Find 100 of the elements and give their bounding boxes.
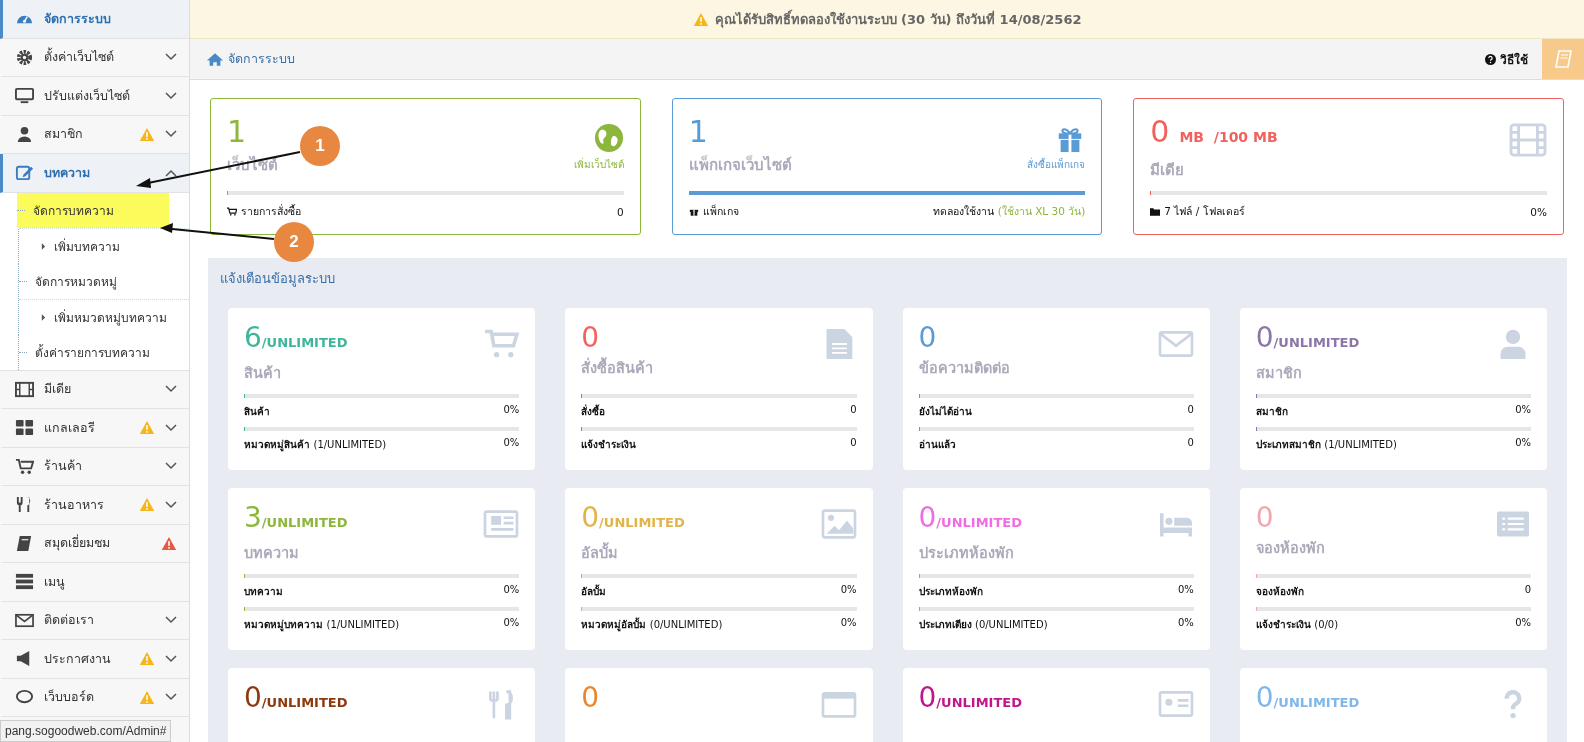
warning-icon xyxy=(139,420,155,436)
stat-title: สั่งซื้อสินค้า xyxy=(581,356,654,379)
stat-value: 0 xyxy=(918,322,938,354)
warning-icon xyxy=(139,689,155,705)
stat-row-value: 0% xyxy=(503,404,520,417)
sidebar-item[interactable]: มีเดีย xyxy=(0,370,189,409)
submenu-item[interactable]: จัดการบทความ xyxy=(17,192,169,228)
settings-icon xyxy=(15,47,34,67)
stat-value: 0/UNLIMITED xyxy=(581,502,685,536)
summary-footer-label: 7 ไฟล์ / โฟลเดอร์ xyxy=(1164,204,1245,219)
summary-footer-value: 0% xyxy=(1530,205,1547,218)
sidebar-item[interactable]: ร้านอาหาร xyxy=(0,486,189,525)
home-icon xyxy=(206,51,224,67)
stat-value: 0 xyxy=(1255,502,1275,534)
stat-title: บทความ xyxy=(244,544,300,563)
stat-row-value: 0% xyxy=(1177,617,1194,630)
sidebar-item[interactable]: ตั้งค่าเว็บไซต์ xyxy=(0,38,189,77)
sidebar-item[interactable]: ปรับแต่งเว็บไซต์ xyxy=(0,77,189,116)
stat-row-label: อัลบั้ม xyxy=(581,584,607,599)
stat-row-label: ประเภทสมาชิก (1/UNLIMITED) xyxy=(1255,438,1397,452)
sidebar-item[interactable]: สมุดเยี่ยมชม xyxy=(0,524,189,563)
sidebar-item[interactable]: จัดการระบบ xyxy=(0,0,189,39)
stat-title: ข้อความติดต่อ xyxy=(918,359,1010,378)
summary-footer-label: รายการสั่งซื้อ xyxy=(241,203,301,219)
stat-value: 0/UNLIMITED xyxy=(244,682,348,716)
sidebar-item[interactable]: เมนู xyxy=(0,563,189,602)
sidebar-item[interactable]: เว็บบอร์ด xyxy=(0,678,189,717)
stat-row-value: 0% xyxy=(503,437,520,450)
stat-value: 0/UNLIMITED xyxy=(1255,322,1360,356)
list-icon xyxy=(15,572,34,592)
book-icon xyxy=(1553,49,1573,69)
stat-row-value: 0% xyxy=(1177,584,1194,597)
sidebar-item[interactable]: ประกาศงาน xyxy=(0,640,189,679)
stat-row-value: 0% xyxy=(503,617,520,630)
manual-button[interactable] xyxy=(1542,39,1584,79)
stat-row-label: แจ้งชำระเงิน (0/0) xyxy=(1255,618,1339,632)
warning-icon xyxy=(161,535,177,551)
stat-row-value: 0% xyxy=(1515,617,1531,630)
stat-value: 0/UNLIMITED xyxy=(918,502,1022,536)
stat-row-label: สินค้า xyxy=(244,405,270,419)
stat-row-label: สมาชิก xyxy=(1255,405,1288,419)
stat-row-label: หมวดหมู่บทความ (1/UNLIMITED) xyxy=(244,618,400,632)
breadcrumb-link[interactable]: จัดการระบบ xyxy=(206,49,295,69)
cart-icon xyxy=(483,328,520,360)
stat-row-label: ประเภทเตียง (0/UNLIMITED) xyxy=(918,618,1048,632)
globe-icon xyxy=(593,123,624,153)
submenu-item[interactable]: เพิ่มบทความ xyxy=(19,228,189,264)
cart-icon xyxy=(227,207,237,216)
stat-row-label: บทความ xyxy=(244,585,283,599)
stat-row-value: 0% xyxy=(503,584,520,597)
caret-icon xyxy=(41,312,46,322)
id-card-icon xyxy=(1157,688,1194,720)
stat-row-label: หมวดหมู่สินค้า (1/UNLIMITED) xyxy=(244,438,387,452)
summary-title: แพ็กเกจเว็บไซต์ xyxy=(688,154,792,176)
stat-title: ประเภทห้องพัก xyxy=(918,544,1015,563)
stat-row-label: ยังไม่ได้อ่าน xyxy=(918,404,972,419)
stat-title: จองห้องพัก xyxy=(1255,539,1325,558)
stat-row-label: แจ้งชำระเงิน xyxy=(581,438,637,452)
stat-row-value: 0% xyxy=(1515,404,1531,417)
stat-row-label: ประเภทห้องพัก xyxy=(918,585,983,599)
book-icon xyxy=(15,533,34,553)
image-icon xyxy=(820,508,857,540)
film-icon xyxy=(15,379,34,399)
film-icon xyxy=(1509,123,1547,157)
stat-row-value: 0% xyxy=(1515,437,1531,450)
summary-footer-value: 0 xyxy=(616,205,624,218)
caret-icon xyxy=(41,241,46,251)
sidebar-item[interactable]: บทความ xyxy=(0,154,189,193)
submenu-item[interactable]: ตั้งค่ารายการบทความ xyxy=(19,334,189,370)
panel-title: แจ้งเตือนข้อมูลระบบ xyxy=(220,270,336,289)
submenu-item[interactable]: จัดการหมวดหมู่ xyxy=(19,263,189,299)
help-link[interactable]: วิธีใช้ xyxy=(1485,49,1528,69)
stat-row-value: 0 xyxy=(850,404,857,417)
step-badge: 2 xyxy=(274,222,314,262)
sidebar-item[interactable]: แกลเลอรี xyxy=(0,409,189,448)
stat-row-label: หมวดหมู่อัลบั้ม (0/UNLIMITED) xyxy=(581,617,723,632)
stat-value: 0/UNLIMITED xyxy=(1255,682,1360,716)
summary-title: เว็บไซต์ xyxy=(227,154,278,176)
stat-row-value: 0% xyxy=(840,584,857,597)
edit-icon xyxy=(15,163,34,183)
stat-row-value: 0 xyxy=(1187,437,1194,450)
warning-icon xyxy=(139,651,155,667)
sidebar-item[interactable]: ติดต่อเรา xyxy=(0,601,189,640)
grid-icon xyxy=(15,418,34,438)
stat-row-value: 0 xyxy=(1187,404,1194,417)
monitor-icon xyxy=(15,86,34,106)
folder-icon xyxy=(1150,207,1161,216)
submenu-item[interactable]: เพิ่มหมวดหมู่บทความ xyxy=(19,299,189,335)
stat-value: 0 xyxy=(581,322,601,354)
stat-value: 0 xyxy=(581,682,600,714)
stat-row-label: จองห้องพัก xyxy=(1255,585,1304,599)
sidebar-item[interactable]: ร้านค้า xyxy=(0,447,189,486)
warning-icon xyxy=(692,11,709,27)
help-icon xyxy=(1485,53,1496,65)
stat-row-value: 0 xyxy=(1524,584,1531,597)
cart-icon xyxy=(15,456,34,476)
summary-unit: MB /100 MB xyxy=(1179,128,1278,147)
user-icon xyxy=(15,124,34,144)
stat-row-label: อ่านแล้ว xyxy=(918,438,956,452)
step-badge: 1 xyxy=(300,126,340,166)
